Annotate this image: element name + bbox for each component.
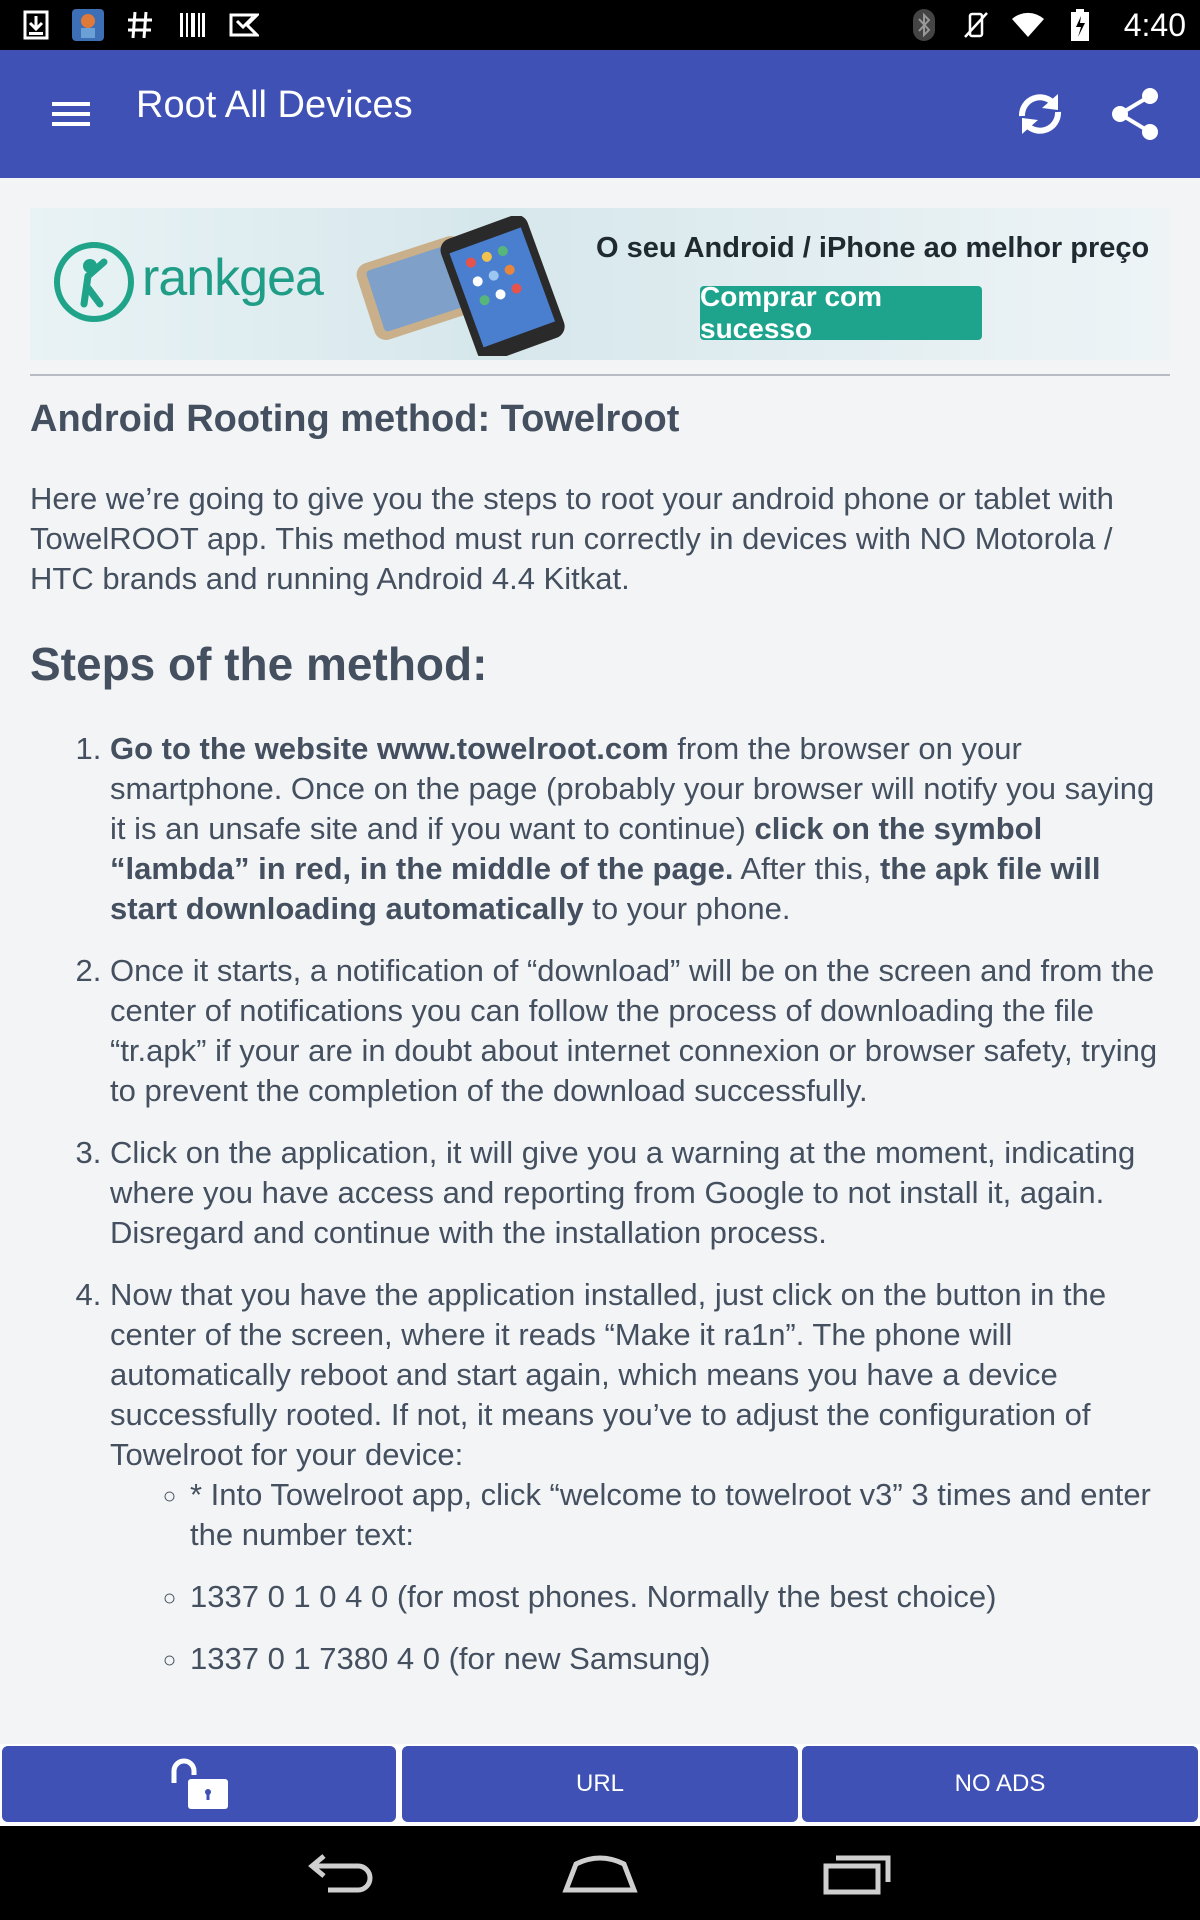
home-icon [562, 1855, 638, 1893]
no-ads-button[interactable]: NO ADS [802, 1746, 1198, 1822]
recents-button[interactable] [818, 1848, 898, 1898]
system-nav-bar [0, 1826, 1200, 1920]
ad-headline: O seu Android / iPhone ao melhor preço [596, 232, 1150, 264]
unlock-icon [171, 1758, 228, 1809]
menu-button[interactable] [42, 88, 102, 140]
home-button[interactable] [560, 1848, 640, 1898]
sub-list: * Into Towelroot app, click “welcome to … [110, 1475, 1170, 1679]
status-bar: 4:40 [0, 0, 1200, 50]
step-4-text: Now that you have the application instal… [110, 1277, 1107, 1472]
wifi-icon [1010, 7, 1046, 43]
step-item: Now that you have the application instal… [110, 1275, 1170, 1679]
refresh-icon [1019, 94, 1061, 134]
recents-icon [823, 1855, 891, 1895]
step-1-text-3: to your phone. [583, 891, 791, 926]
barcode-icon [174, 7, 210, 43]
share-button[interactable] [1106, 84, 1166, 144]
page-title: Root All Devices [136, 84, 413, 126]
back-button[interactable] [302, 1848, 382, 1898]
step-item: Once it starts, a notification of “downl… [110, 951, 1170, 1111]
steps-heading: Steps of the method: [30, 638, 488, 690]
ad-cta-button[interactable]: Comprar com sucesso [700, 281, 982, 344]
play-store-icon [226, 7, 262, 43]
intro-paragraph: Here we’re going to give you the steps t… [30, 481, 1114, 596]
status-time: 4:40 [1123, 6, 1186, 43]
back-icon [308, 1854, 373, 1893]
step-1-text-2: After this, [733, 851, 880, 886]
article-title: Android Rooting method: Towelroot [30, 398, 680, 440]
unlock-button[interactable] [2, 1746, 396, 1822]
phones-image [356, 216, 565, 356]
step-item: Go to the website www.towelroot.com from… [110, 729, 1170, 929]
hamburger-menu-icon [52, 102, 90, 126]
ad-banner[interactable]: rankgea O seu Android / iPhone ao melhor… [30, 208, 1170, 360]
step-item: Click on the application, it will give y… [110, 1133, 1170, 1253]
vibrate-icon [958, 7, 994, 43]
article-content: rankgea O seu Android / iPhone ao melhor… [30, 208, 1170, 1701]
steps-list: Go to the website www.towelroot.com from… [30, 729, 1170, 1679]
sub-list-item: 1337 0 1 0 4 0 (for most phones. Normall… [190, 1577, 1170, 1617]
bluetooth-icon [906, 7, 942, 43]
url-button[interactable]: URL [402, 1746, 798, 1822]
hashtag-icon [122, 7, 158, 43]
app-toolbar: Root All Devices [0, 50, 1200, 178]
refresh-button[interactable] [1010, 84, 1070, 144]
bottom-button-bar: URL NO ADS [0, 1744, 1200, 1826]
battery-icon [1062, 7, 1098, 43]
divider [30, 374, 1170, 376]
ad-brand: rankgea [142, 249, 324, 307]
ad-logo-icon [54, 242, 134, 322]
step-1-bold-1: Go to the website www.towelroot.com [110, 731, 669, 766]
sub-list-item: 1337 0 1 7380 4 0 (for new Samsung) [190, 1639, 1170, 1679]
sub-list-item: * Into Towelroot app, click “welcome to … [190, 1475, 1170, 1555]
download-icon [18, 7, 54, 43]
share-icon [1112, 88, 1158, 140]
app-notification-icon [70, 7, 106, 43]
